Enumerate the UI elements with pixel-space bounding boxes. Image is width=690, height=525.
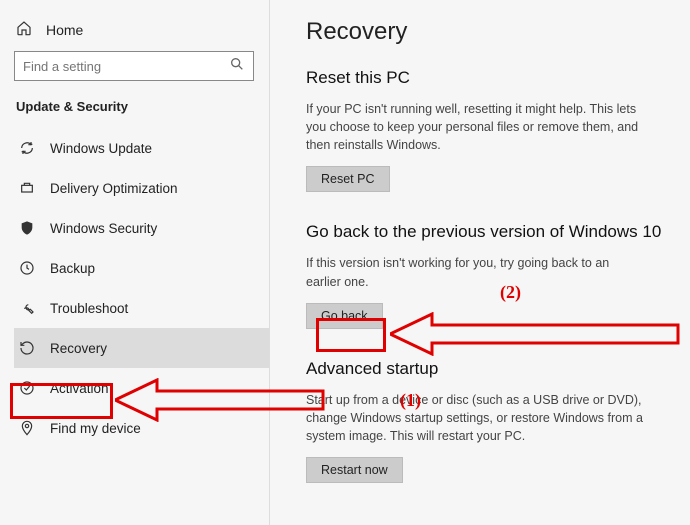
- main-content: Recovery Reset this PC If your PC isn't …: [270, 0, 690, 525]
- annotation-label-1: (1): [400, 390, 421, 411]
- recovery-icon: [18, 340, 36, 356]
- wrench-icon: [18, 300, 36, 316]
- annotation-box-1: [10, 383, 113, 419]
- search-field[interactable]: [23, 59, 229, 74]
- sidebar-item-label: Windows Update: [50, 141, 152, 156]
- sidebar-item-troubleshoot[interactable]: Troubleshoot: [14, 288, 269, 328]
- page-title: Recovery: [306, 18, 664, 46]
- search-input[interactable]: [14, 51, 254, 81]
- shield-icon: [18, 220, 36, 236]
- sidebar-item-label: Find my device: [50, 421, 141, 436]
- reset-pc-button[interactable]: Reset PC: [306, 166, 390, 192]
- go-back-body: If this version isn't working for you, t…: [306, 254, 646, 290]
- sidebar-item-windows-security[interactable]: Windows Security: [14, 208, 269, 248]
- home-icon: [16, 20, 32, 39]
- sidebar-item-label: Troubleshoot: [50, 301, 128, 316]
- sidebar-item-backup[interactable]: Backup: [14, 248, 269, 288]
- sidebar-item-label: Recovery: [50, 341, 107, 356]
- advanced-startup-heading: Advanced startup: [306, 359, 664, 379]
- home-link[interactable]: Home: [14, 14, 269, 51]
- location-icon: [18, 420, 36, 436]
- sidebar-item-recovery[interactable]: Recovery: [14, 328, 269, 368]
- annotation-arrow-2: [390, 312, 680, 356]
- sidebar-item-label: Delivery Optimization: [50, 181, 178, 196]
- search-icon: [229, 56, 245, 77]
- restart-now-button[interactable]: Restart now: [306, 457, 403, 483]
- reset-pc-heading: Reset this PC: [306, 68, 664, 88]
- delivery-icon: [18, 180, 36, 196]
- home-label: Home: [46, 22, 83, 38]
- sidebar-item-windows-update[interactable]: Windows Update: [14, 128, 269, 168]
- sidebar-item-label: Windows Security: [50, 221, 157, 236]
- category-header: Update & Security: [16, 99, 269, 114]
- reset-pc-body: If your PC isn't running well, resetting…: [306, 100, 646, 154]
- sidebar-item-delivery-optimization[interactable]: Delivery Optimization: [14, 168, 269, 208]
- sidebar-item-label: Backup: [50, 261, 95, 276]
- sidebar: Home Update & Security Windows Update De…: [0, 0, 270, 525]
- advanced-startup-body: Start up from a device or disc (such as …: [306, 391, 646, 445]
- sync-icon: [18, 140, 36, 156]
- annotation-label-2: (2): [500, 282, 521, 303]
- go-back-heading: Go back to the previous version of Windo…: [306, 222, 664, 242]
- annotation-arrow-1: [115, 378, 325, 422]
- backup-icon: [18, 260, 36, 276]
- annotation-box-2: [316, 318, 386, 352]
